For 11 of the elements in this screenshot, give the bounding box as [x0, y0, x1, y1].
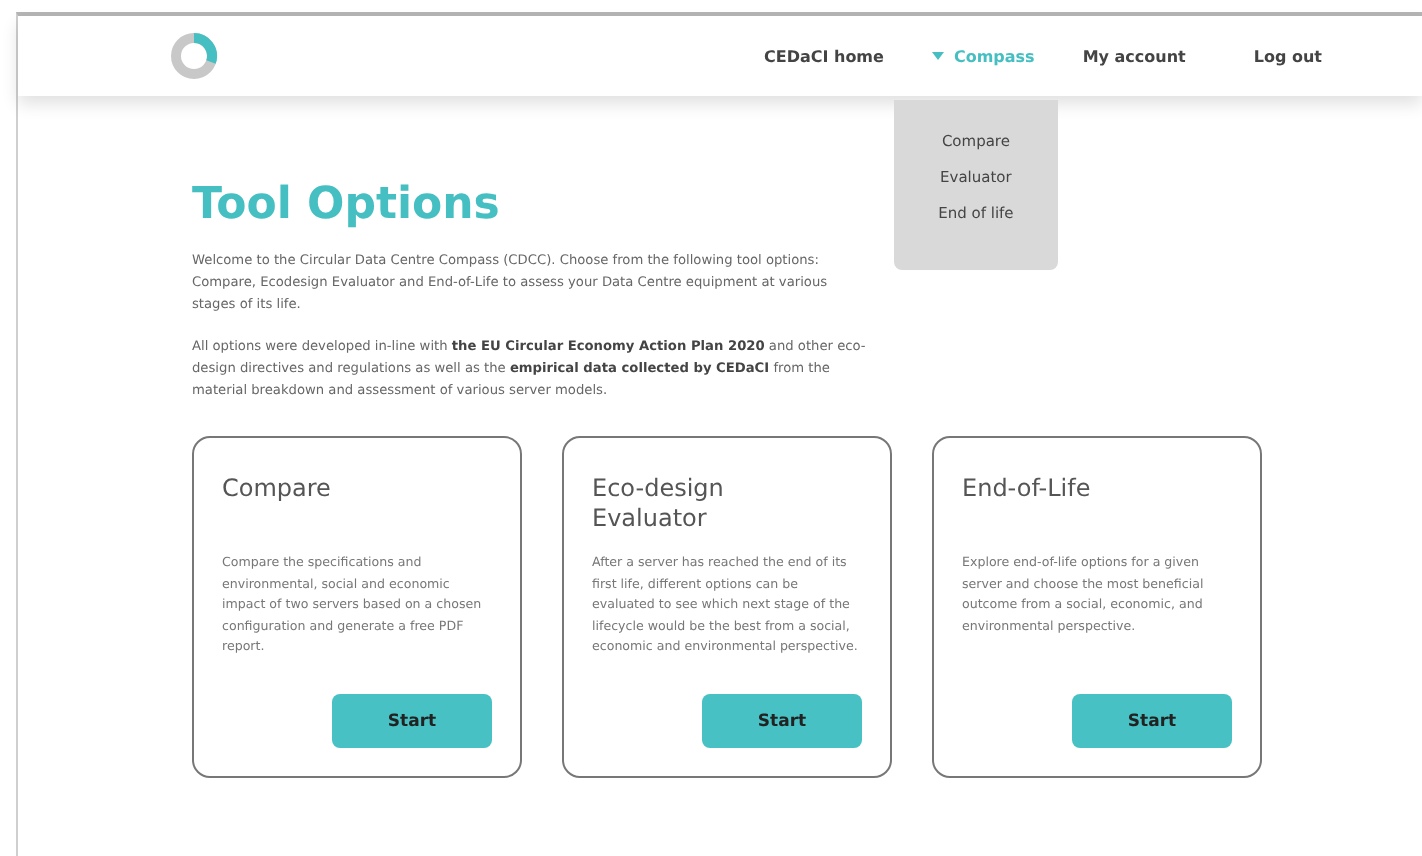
start-button[interactable]: Start — [702, 694, 862, 748]
page-title: Tool Options — [192, 180, 500, 230]
nav-link[interactable]: My account — [1082, 39, 1186, 73]
start-button[interactable]: Start — [332, 694, 492, 748]
nav-link[interactable]: CEDaCI home — [763, 39, 884, 73]
card-title: Compare — [222, 474, 333, 506]
nav-link[interactable]: Log out — [1253, 39, 1322, 73]
start-button[interactable]: Start — [1072, 694, 1232, 748]
card-title: Eco-design Evaluator — [592, 474, 726, 534]
logo-icon[interactable] — [170, 32, 218, 80]
card-title: End-of-Life — [962, 474, 1093, 506]
